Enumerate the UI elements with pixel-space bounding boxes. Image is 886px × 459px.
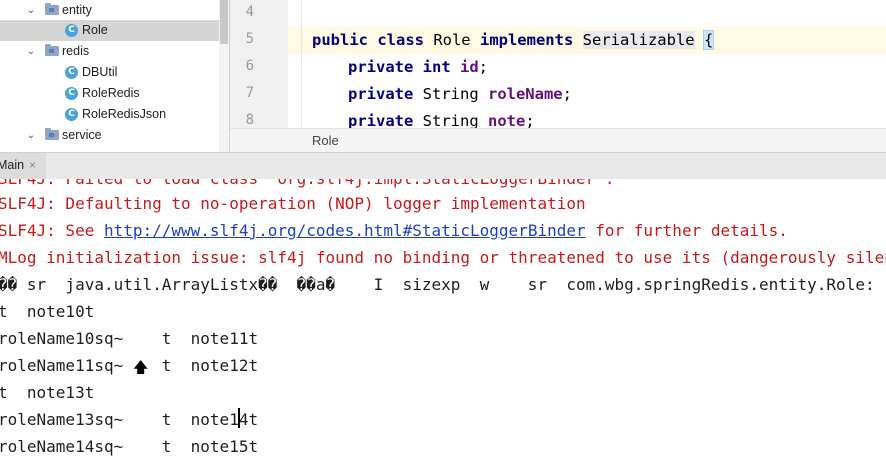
console-line: SLF4J: Defaulting to no-operation (NOP) … (0, 194, 586, 213)
fold-guide (301, 0, 302, 128)
project-tree: ⌄ entity C Role ⌄ redis C DBUtil C RoleR… (0, 0, 230, 152)
class-icon: C (65, 24, 78, 37)
type-name: String (413, 85, 488, 103)
console-line: roleName13sq~ t note14t (0, 410, 259, 429)
class-icon: C (65, 87, 78, 100)
mouse-pointer-icon: 🡅 (133, 358, 149, 376)
code-line-field-id[interactable]: private int id; (348, 58, 488, 76)
breadcrumb: Role (230, 128, 886, 153)
field-name: note (487, 112, 526, 128)
console-text: for further details. (585, 221, 788, 240)
keyword: private (348, 112, 414, 128)
keyword: public class (312, 31, 424, 49)
tab-label: Main (0, 158, 25, 172)
chevron-down-icon[interactable]: ⌄ (25, 125, 37, 146)
console-line: t note10t (0, 302, 95, 321)
field-name: roleName (487, 85, 563, 103)
class-name: Role (423, 31, 480, 49)
keyword: implements (479, 31, 574, 49)
console-line: SLF4J: See http://www.slf4j.org/codes.ht… (0, 221, 788, 241)
chevron-down-icon[interactable]: ⌄ (25, 41, 37, 62)
semicolon: ; (525, 112, 535, 128)
field-name: id (460, 58, 479, 76)
class-icon: C (65, 66, 78, 79)
breadcrumb-item-role[interactable]: Role (312, 133, 339, 148)
line-number: 4 (245, 4, 254, 20)
tree-item-label: DBUtil (82, 65, 118, 79)
line-number: 8 (245, 112, 254, 128)
brace-match-highlight: { (702, 30, 715, 50)
interface-name: Serializable (582, 31, 695, 49)
tree-item-roleredis[interactable]: C RoleRedis (0, 83, 219, 104)
package-folder-icon (45, 3, 59, 15)
console-link[interactable]: http://www.slf4j.org/codes.html#StaticLo… (104, 221, 586, 240)
tree-item-label: Role (82, 23, 108, 37)
code-line-class-declaration[interactable]: public class Role implements Serializabl… (312, 30, 715, 50)
code-editor[interactable]: 4 5 6 7 8 public class Role implements S… (230, 0, 886, 128)
package-folder-icon (45, 44, 59, 56)
code-line-field-note[interactable]: private String note; (348, 112, 535, 128)
chevron-down-icon[interactable]: ⌄ (25, 0, 37, 21)
close-icon[interactable]: × (29, 158, 36, 172)
console-line: MLog initialization issue: slf4j found n… (0, 248, 886, 267)
text-caret (238, 408, 240, 428)
tree-item-label: redis (62, 44, 90, 58)
semicolon: ; (562, 85, 572, 103)
tree-item-label: service (62, 128, 102, 142)
tree-item-dbutil[interactable]: C DBUtil (0, 62, 219, 83)
run-console[interactable]: SLF4J: Failed to load class "org.slf4j.i… (0, 179, 886, 459)
line-number: 7 (245, 85, 254, 101)
package-folder-icon (45, 128, 59, 140)
semicolon: ; (478, 58, 489, 76)
tree-item-role[interactable]: C Role (0, 20, 219, 41)
tree-item-entity[interactable]: ⌄ entity (0, 0, 219, 21)
keyword: private int (348, 58, 451, 76)
console-line: roleName11sq~ t note12t (0, 356, 259, 375)
console-line: roleName14sq~ t note15t (0, 437, 259, 456)
tree-item-redis[interactable]: ⌄ redis (0, 41, 219, 62)
class-icon: C (65, 108, 78, 121)
code-line-field-rolename[interactable]: private String roleName; (348, 85, 572, 103)
tree-scrollbar-thumb[interactable] (220, 0, 228, 44)
tree-item-label: entity (62, 3, 92, 17)
tree-item-roleredisjson[interactable]: C RoleRedisJson (0, 104, 219, 125)
tree-item-label: RoleRedisJson (82, 107, 167, 121)
console-line: roleName10sq~ t note11t (0, 329, 259, 348)
ide-window: ⌄ entity C Role ⌄ redis C DBUtil C RoleR… (0, 0, 886, 459)
type-name: String (413, 112, 488, 128)
run-tool-window-header: Main × (0, 152, 886, 180)
tree-item-label: RoleRedis (82, 86, 140, 100)
tree-item-service[interactable]: ⌄ service (0, 125, 219, 146)
console-line: t note13t (0, 383, 95, 402)
tab-main[interactable]: Main × (0, 153, 46, 179)
console-line: SLF4J: Failed to load class "org.slf4j.i… (0, 179, 615, 189)
line-number: 6 (245, 58, 254, 74)
console-line: �� sr java.util.ArrayListx�� ��a� I size… (0, 275, 875, 294)
console-text: SLF4J: See (0, 221, 104, 240)
keyword: private (348, 85, 414, 103)
line-number: 5 (245, 31, 254, 47)
